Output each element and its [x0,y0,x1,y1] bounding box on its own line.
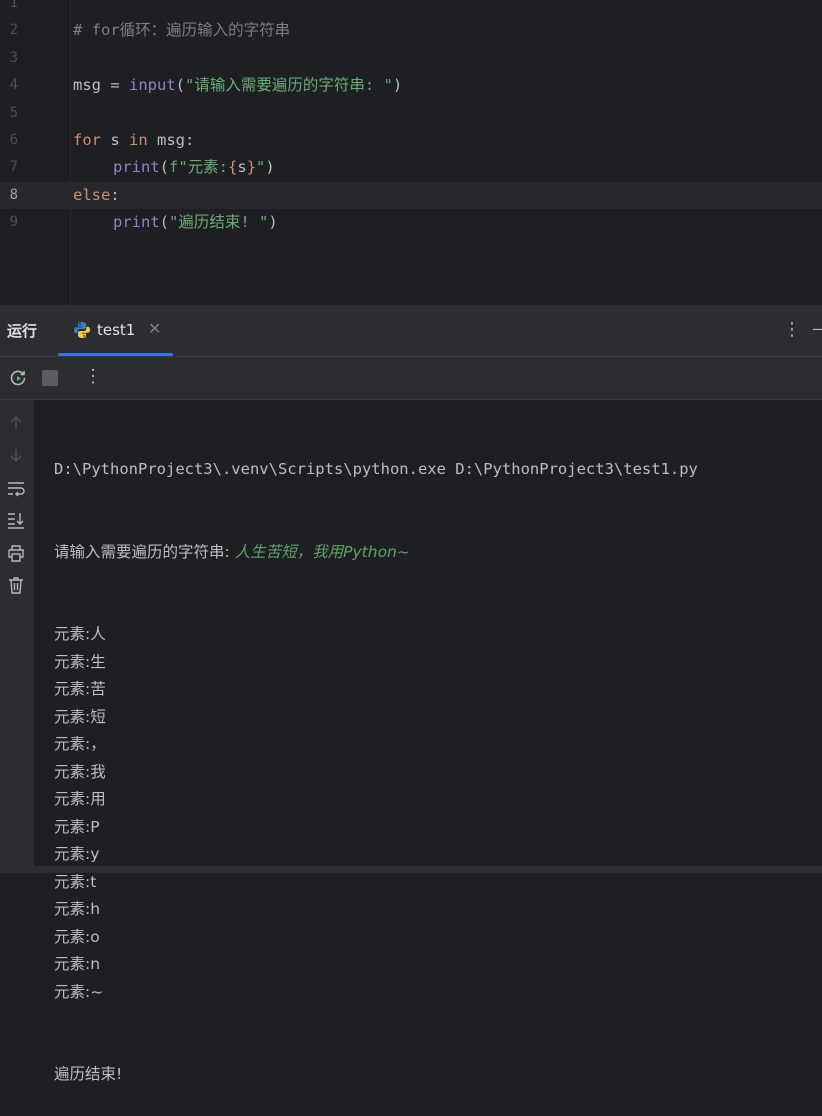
code-token: ) [268,213,278,232]
code-token: " [256,158,266,177]
code-token: else [73,185,111,204]
console-output-line: 元素:o [54,927,100,946]
line-number: 4 [9,77,18,94]
console-command-line: D:\PythonProject3\.venv\Scripts\python.e… [54,460,698,478]
stop-icon[interactable] [42,370,58,386]
code-text: # for循环：遍历输入的字符串 [73,17,290,44]
code-token: f"元素: [169,158,229,177]
code-line[interactable]: 9 print("遍历结束! ") [0,209,822,236]
trash-icon[interactable] [6,575,26,595]
line-number: 8 [9,186,18,203]
code-token: msg = [73,76,129,95]
console-output-line: 元素:我 [54,762,106,781]
code-token: print [113,213,160,232]
console-user-input: 人生苦短，我用Python~ [234,542,410,561]
code-text: else: [73,182,120,209]
code-line[interactable]: 8 else: [0,181,822,209]
code-token: { [228,158,238,177]
more-options-icon[interactable]: ⋮ [783,319,801,340]
code-token: print [113,158,160,177]
bottom-edge [0,866,822,873]
code-line[interactable]: 1 [0,0,822,17]
tab-label: test1 [97,321,136,339]
code-token: : [110,185,120,204]
code-token: for [73,131,101,149]
console-output-line: 元素:， [54,735,106,753]
line-number: 7 [9,159,18,176]
code-token: msg: [147,131,195,149]
console-output[interactable]: D:\PythonProject3\.venv\Scripts\python.e… [54,400,822,1116]
console-output-line: 元素:y [54,845,100,863]
soft-wrap-icon[interactable] [6,479,26,499]
line-number: 6 [9,132,18,148]
line-number: 2 [9,22,18,39]
console-actions-strip [0,400,34,873]
print-icon[interactable] [6,543,26,563]
line-number: 9 [9,214,18,231]
code-token: ) [392,76,403,95]
code-token: s [237,158,247,177]
console-output-line: 元素:苦 [54,680,106,698]
run-toolbar: ⋮ [0,357,822,400]
code-token: "遍历结束! " [169,213,269,232]
code-token: in [129,131,148,149]
arrow-up-icon[interactable] [6,413,26,433]
console-prompt-line: 请输入需要遍历的字符串: 人生苦短，我用Python~ [54,539,822,567]
console-output-line: 元素:n [54,955,101,973]
code-text: for s in msg: [73,127,194,154]
console-output-line: 元素:~ [54,982,104,1001]
code-text: msg = input("请输入需要遍历的字符串: ") [73,72,402,99]
code-token: s [101,131,129,149]
code-editor[interactable]: 1 2 # for循环：遍历输入的字符串 3 4 msg = input("请输入需要遍历… [0,0,822,305]
console-output-line: 元素:人 [54,625,106,643]
line-number: 5 [9,104,18,121]
code-token: } [246,158,257,177]
console-end-line: 遍历结束! [54,1065,123,1083]
minimize-icon[interactable]: — [812,319,822,338]
scroll-to-end-icon[interactable] [6,510,26,530]
line-number: 3 [9,49,18,66]
code-token: "请输入需要遍历的字符串: " [185,76,393,95]
code-line[interactable]: 4 msg = input("请输入需要遍历的字符串: ") [0,72,822,99]
code-text: print(f"元素:{s}") [73,154,275,181]
run-panel-title: 运行 [7,322,38,340]
code-line[interactable]: 7 print(f"元素:{s}") [0,154,822,181]
line-number: 1 [9,0,18,11]
code-line[interactable]: 2 # for循环：遍历输入的字符串 [0,17,822,44]
code-token: ) [265,158,275,177]
console-output-line: 元素:P [54,817,100,836]
console-output-line: 元素:用 [54,790,106,808]
code-line[interactable]: 3 [0,45,822,72]
code-line[interactable]: 6 for s in msg: [0,127,822,154]
console-output-line: 元素:短 [54,707,106,726]
console-prompt: 请输入需要遍历的字符串: [54,542,235,561]
code-line[interactable]: 5 [0,100,822,127]
code-token: ( [159,213,170,232]
active-tab-indicator [58,353,173,356]
more-options-icon[interactable]: ⋮ [84,366,102,387]
code-token: input [129,76,176,95]
code-token: # for循环：遍历输入的字符串 [73,21,291,40]
python-icon [74,322,90,338]
close-icon[interactable]: ✕ [148,319,161,338]
run-tool-window-header: 运行 test1 ✕ ⋮ — [0,305,822,357]
console-output-line: 元素:生 [54,652,106,671]
rerun-icon[interactable] [8,368,28,388]
code-text: print("遍历结束! ") [73,209,278,236]
console-outputs: 元素:人 元素:生 元素:苦 元素:短 元素:， 元素:我 元素:用 元素:P 元素:y 元素:t… [54,621,822,1006]
console-output-line: 元素:h [54,900,101,918]
tab-test1[interactable]: test1 ✕ [58,305,173,356]
arrow-down-icon[interactable] [6,445,26,465]
code-token: ( [175,76,186,95]
code-token: ( [159,158,170,177]
